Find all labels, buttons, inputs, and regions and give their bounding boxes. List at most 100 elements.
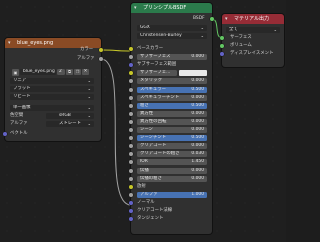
unlink-image-icon[interactable]: ✕ [82, 69, 89, 75]
bsdf-input-label: メタリック [140, 78, 162, 84]
bsdf-input-field[interactable]: スペキュラー 0.500 [137, 86, 207, 93]
principled-bsdf-header[interactable]: ▾ プリンシプルBSDF [131, 3, 212, 13]
bsdf-input-label: 放射 [137, 183, 146, 189]
bsdf-input-label: スペキュラーチント [140, 94, 180, 100]
bsdf-input-value: 0.500 [191, 102, 204, 108]
bsdf-input-label: 粗さ [140, 102, 149, 108]
bsdf-input-field[interactable]: スペキュラーチント 0.000 [137, 94, 207, 101]
texture-output-alpha-socket[interactable] [99, 57, 103, 61]
bsdf-input-field[interactable]: 伝播 0.000 [137, 167, 207, 174]
chevron-down-icon: ⌄ [87, 94, 91, 99]
subsurface-color-swatch[interactable] [179, 70, 207, 77]
material-output-header[interactable]: ▾ マテリアル出力 [222, 14, 284, 24]
bsdf-input-label: クリアコート法線 [137, 208, 173, 213]
bsdf-input-label: 異方性 [140, 110, 154, 116]
bsdf-input-label: シーンチント [140, 135, 167, 141]
bsdf-input-socket[interactable] [129, 103, 133, 108]
bsdf-input-field[interactable]: 異方性 0.000 [137, 110, 207, 117]
bsdf-input-field[interactable]: アルファ 1.000 [137, 191, 207, 198]
bsdf-input-field[interactable]: 伝播の粗さ 0.000 [137, 175, 207, 182]
output-surface-label: サーフェス [230, 35, 252, 40]
bsdf-input-label: クリアコート [140, 143, 167, 149]
bsdf-input-field[interactable]: 粗さ 0.500 [137, 102, 207, 109]
bsdf-input-value: 0.500 [191, 86, 204, 92]
bsdf-input-label: ベースカラー [137, 46, 164, 51]
bsdf-input-label: サブサーフェ... [140, 70, 171, 76]
bsdf-input-socket[interactable] [129, 176, 133, 181]
collapse-chevron-icon[interactable]: ▾ [134, 3, 137, 13]
projection-dropdown[interactable]: フラット ⌄ [10, 86, 94, 92]
chevron-down-icon: ⌄ [87, 121, 91, 126]
interpolation-dropdown[interactable]: リニア ⌄ [10, 78, 94, 84]
output-volume-label: ボリューム [230, 43, 252, 48]
bsdf-input-value: 0.000 [191, 175, 204, 181]
bsdf-input-value: 1.000 [191, 191, 204, 197]
bsdf-input-socket[interactable] [129, 47, 133, 51]
bsdf-input-socket[interactable] [129, 95, 133, 100]
chevron-down-icon: ⌄ [87, 86, 91, 91]
bsdf-input-field[interactable]: サブサーフェ... [137, 70, 177, 77]
collapse-chevron-icon[interactable]: ▾ [8, 38, 11, 48]
chevron-down-icon: ⌄ [87, 113, 91, 118]
fake-user-icon[interactable]: ⧉ [66, 69, 73, 75]
texture-output-alpha-label: アルファ [77, 56, 95, 61]
image-texture-title: blue_eyes.png [17, 40, 54, 46]
alpha-mode-dropdown[interactable]: ストレート ⌄ [46, 121, 94, 127]
bsdf-input-value: 0.000 [191, 127, 204, 132]
chevron-down-icon: ⌄ [200, 25, 204, 30]
chevron-down-icon: ⌄ [273, 27, 277, 32]
bsdf-input-label: サブサーフェス範囲 [137, 62, 177, 68]
texture-output-color-socket[interactable] [99, 48, 103, 52]
bsdf-input-field[interactable]: サブサーフェス 0.000 [137, 54, 207, 61]
distribution-dropdown[interactable]: GGX ⌄ [137, 25, 207, 31]
image-name-field[interactable]: blue_eyes.png [20, 69, 56, 75]
bsdf-input-value: 0.000 [191, 110, 204, 116]
bsdf-input-field[interactable]: クリアコート 0.000 [137, 143, 207, 150]
texture-input-vector-socket[interactable] [3, 132, 7, 136]
bsdf-input-label: タンジェント [137, 216, 164, 222]
bsdf-input-field[interactable]: シーン 0.000 [137, 127, 207, 133]
bsdf-input-value: 0.000 [191, 78, 204, 84]
texture-output-color-label: カラー [80, 47, 94, 52]
texture-input-vector-label: ベクトル [10, 131, 28, 136]
bsdf-input-socket[interactable] [129, 200, 133, 205]
source-dropdown[interactable]: 単一画像 ⌄ [10, 105, 94, 111]
bsdf-input-field[interactable]: 異方性の回転 0.000 [137, 118, 207, 125]
image-user-count[interactable]: 2 [57, 69, 65, 75]
bsdf-input-socket[interactable] [129, 168, 133, 173]
material-output-title: マテリアル出力 [234, 16, 269, 22]
output-displacement-socket[interactable] [220, 52, 224, 56]
bsdf-input-socket[interactable] [129, 209, 133, 213]
bsdf-input-value: 0.500 [191, 135, 204, 141]
colorspace-label: 色空間 [10, 113, 24, 118]
bsdf-input-socket[interactable] [129, 192, 133, 197]
image-browse-icon[interactable]: ▣ [12, 69, 19, 76]
bsdf-input-value: 0.000 [191, 167, 204, 173]
collapse-chevron-icon[interactable]: ▾ [225, 14, 228, 24]
output-surface-socket[interactable] [220, 36, 224, 40]
bsdf-input-label: ノーマル [137, 199, 155, 205]
bsdf-input-socket[interactable] [129, 111, 133, 116]
output-volume-socket[interactable] [220, 44, 224, 48]
principled-bsdf-title: プリンシプルBSDF [143, 5, 187, 11]
bsdf-input-socket[interactable] [129, 87, 133, 92]
subsurface-method-dropdown[interactable]: Christensen-Burley ⌄ [137, 33, 207, 39]
bsdf-input-field[interactable]: クリアコートの粗さ 0.030 [137, 151, 207, 158]
output-target-dropdown[interactable]: 全て ⌄ [226, 27, 280, 33]
bsdf-input-socket[interactable] [129, 119, 133, 124]
chevron-down-icon: ⌄ [87, 105, 91, 110]
bsdf-input-label: クリアコートの粗さ [140, 151, 180, 157]
extension-dropdown[interactable]: リピート ⌄ [10, 94, 94, 100]
bsdf-input-field[interactable]: シーンチント 0.500 [137, 135, 207, 142]
bsdf-input-field[interactable]: IOR 1.450 [137, 159, 207, 166]
bsdf-input-socket[interactable] [129, 184, 133, 189]
bsdf-input-field[interactable]: メタリック 0.000 [137, 78, 207, 85]
new-image-icon[interactable]: ❐ [74, 69, 81, 75]
bsdf-output-socket[interactable] [210, 17, 214, 21]
colorspace-dropdown[interactable]: sRGB ⌄ [46, 113, 94, 119]
bsdf-input-label: IOR [140, 159, 148, 165]
bsdf-input-socket[interactable] [129, 128, 133, 132]
bsdf-input-value: 0.000 [191, 143, 204, 149]
bsdf-output-label: BSDF [193, 16, 205, 21]
bsdf-input-value: 0.000 [191, 94, 204, 100]
